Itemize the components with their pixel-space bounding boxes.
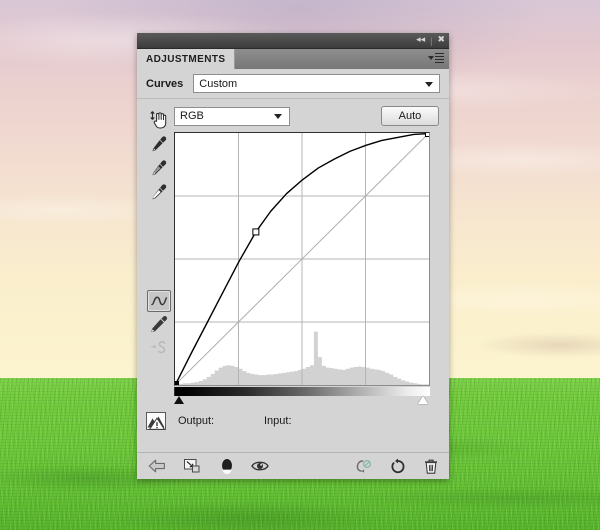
previous-state-icon (353, 458, 373, 474)
auto-button[interactable]: Auto (381, 106, 439, 126)
output-label-text: Output: (178, 415, 214, 427)
curves-label: Curves (146, 78, 183, 90)
eyedropper-white-icon (149, 182, 169, 202)
on-image-adjustment-tool[interactable] (147, 108, 171, 132)
reset-adjustment-button[interactable] (389, 458, 407, 475)
histogram-warning-icon (146, 412, 166, 430)
panel-titlebar: ◂◂ | ✖ (137, 33, 449, 49)
curve-scurve-icon (150, 294, 168, 308)
titlebar-divider: | (430, 36, 432, 46)
curves-toolbar (144, 106, 174, 406)
input-label-text: Input: (264, 415, 292, 427)
pencil-draw-tool[interactable] (147, 312, 171, 336)
close-icon[interactable]: ✖ (437, 36, 445, 45)
panel-bottom-toolbar (137, 452, 449, 479)
curves-graph[interactable] (174, 132, 430, 386)
black-white-point-sliders (174, 396, 430, 406)
white-point-slider[interactable] (418, 396, 428, 404)
return-to-adjustment-list-button[interactable] (147, 458, 167, 474)
tabstrip-empty-area (235, 49, 449, 69)
previous-state-button[interactable] (353, 458, 373, 474)
chevron-down-icon (274, 114, 282, 119)
white-point-eyedropper[interactable] (147, 180, 171, 204)
panel-menu-caret (428, 56, 434, 60)
delete-adjustment-layer-button[interactable] (423, 458, 439, 475)
gray-point-eyedropper[interactable] (147, 156, 171, 180)
panel-body: RGB Auto (137, 99, 449, 406)
channel-dropdown-value: RGB (180, 110, 204, 122)
pencil-icon (149, 314, 169, 334)
curves-plot (175, 133, 429, 385)
preset-row: Curves Custom (137, 69, 449, 99)
auto-button-label: Auto (399, 110, 422, 122)
input-label: Input: (264, 415, 292, 427)
curves-main-column: RGB Auto (174, 106, 440, 406)
hand-with-arrows-icon (148, 109, 170, 131)
eyedropper-black-icon (149, 134, 169, 154)
tab-adjustments-label: ADJUSTMENTS (146, 54, 225, 65)
clip-to-layer-icon (183, 458, 203, 474)
trash-icon (423, 458, 439, 475)
channel-row: RGB Auto (174, 106, 440, 126)
collapse-double-left-icon[interactable]: ◂◂ (416, 36, 425, 45)
eyedropper-gray-icon (149, 158, 169, 178)
clip-to-layer-button[interactable] (183, 458, 203, 474)
preset-dropdown-value: Custom (199, 78, 237, 90)
bottom-toolbar-right-group (353, 458, 439, 475)
curves-readout-row: Output: Input: (137, 406, 449, 430)
panel-tabstrip: ADJUSTMENTS (137, 49, 449, 69)
tab-adjustments[interactable]: ADJUSTMENTS (137, 49, 235, 69)
curves-graph-area (174, 132, 430, 406)
black-point-eyedropper[interactable] (147, 132, 171, 156)
smooth-curve-button (147, 336, 171, 360)
adjustments-panel: ◂◂ | ✖ ADJUSTMENTS Curves Custom (137, 33, 449, 479)
preset-dropdown[interactable]: Custom (193, 74, 440, 93)
reset-circular-arrow-icon (389, 458, 407, 475)
channel-dropdown[interactable]: RGB (174, 107, 290, 126)
panel-menu-lines (435, 53, 444, 63)
input-gradient-bar (174, 387, 430, 396)
arrow-left-icon (147, 458, 167, 474)
smooth-curve-s-icon (149, 339, 169, 357)
preview-eye-button[interactable] (251, 459, 269, 473)
toggle-layer-visibility-button[interactable] (219, 457, 235, 475)
mask-ellipse-icon (219, 457, 235, 475)
edit-points-curve-tool[interactable] (147, 290, 171, 312)
panel-menu-icon[interactable] (428, 53, 444, 63)
black-point-slider[interactable] (174, 396, 184, 404)
output-label: Output: (178, 415, 264, 427)
chevron-down-icon (425, 82, 433, 87)
eye-icon (251, 459, 269, 473)
curves-display-options-icon[interactable] (146, 412, 166, 430)
